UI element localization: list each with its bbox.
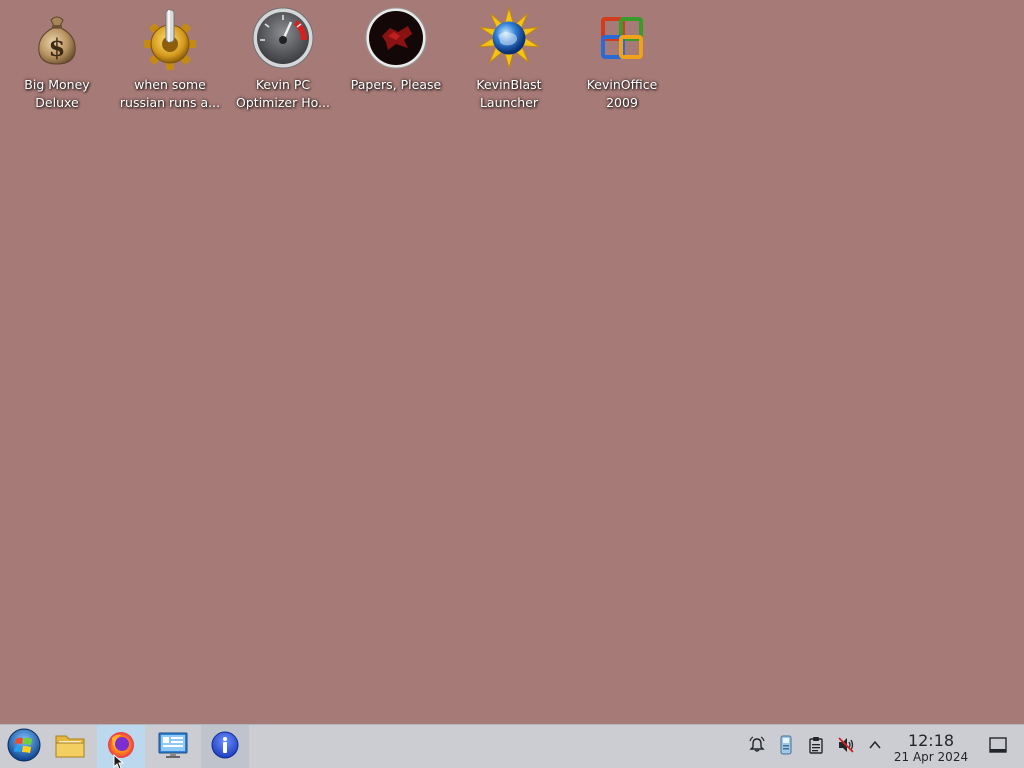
desktop-icon-label: KevinOffice 2009	[586, 77, 658, 110]
file-manager-button[interactable]	[46, 725, 94, 768]
monitor-settings-icon	[157, 730, 189, 764]
taskbar: 12:18 21 Apr 2024	[0, 724, 1024, 768]
money-bag-icon: $	[25, 6, 89, 70]
office-logo-icon	[590, 6, 654, 70]
info-center-button[interactable]	[201, 725, 249, 768]
desktop-icon-label: Big Money Deluxe	[24, 77, 90, 110]
show-desktop-button[interactable]	[988, 737, 1008, 757]
clock-time: 12:18	[907, 731, 955, 750]
chevron-up-icon	[867, 737, 883, 757]
desktop-icon-label: when some russian runs a...	[119, 77, 221, 110]
clipboard-tray[interactable]	[806, 737, 826, 757]
volume-tray[interactable]	[836, 737, 856, 757]
bell-alarm-icon	[748, 736, 766, 758]
notifications-tray[interactable]	[747, 736, 767, 758]
desktop-icon-label: Papers, Please	[350, 77, 442, 92]
desktop-icon-label: KevinBlast Launcher	[476, 77, 542, 110]
speedometer-icon	[251, 6, 315, 70]
clock[interactable]: 12:18 21 Apr 2024	[886, 725, 976, 768]
info-icon	[211, 731, 239, 763]
speaker-muted-icon	[837, 736, 855, 758]
windows-orb-icon	[7, 728, 41, 766]
desktop: $ Big Money Deluxe when some russian run…	[0, 0, 1024, 724]
show-desktop-icon	[989, 737, 1007, 757]
folder-icon	[54, 730, 86, 764]
desktop-icon-label: Kevin PC Optimizer Ho...	[236, 77, 330, 110]
globe-burst-icon	[477, 6, 541, 70]
tray-expander[interactable]	[865, 737, 885, 757]
desktop-icon-kevin-pc-optimizer[interactable]: Kevin PC Optimizer Ho...	[227, 6, 339, 118]
gear-joystick-icon	[138, 6, 202, 70]
usb-device-icon	[777, 735, 795, 759]
clipboard-icon	[807, 736, 825, 758]
mouse-cursor-icon	[113, 753, 127, 768]
desktop-icon-kevinblast-launcher[interactable]: KevinBlast Launcher	[453, 6, 565, 118]
clock-date: 21 Apr 2024	[893, 750, 969, 764]
svg-text:$: $	[49, 33, 66, 62]
desktop-icon-kevinoffice-2009[interactable]: KevinOffice 2009	[566, 6, 678, 118]
start-menu-button[interactable]	[0, 725, 48, 768]
papers-please-icon	[364, 6, 428, 70]
device-tray[interactable]	[776, 735, 796, 759]
desktop-icon-russian-game[interactable]: when some russian runs a...	[114, 6, 226, 118]
system-settings-button[interactable]	[149, 725, 197, 768]
desktop-icon-big-money-deluxe[interactable]: $ Big Money Deluxe	[1, 6, 113, 118]
desktop-icon-papers-please[interactable]: Papers, Please	[340, 6, 452, 118]
